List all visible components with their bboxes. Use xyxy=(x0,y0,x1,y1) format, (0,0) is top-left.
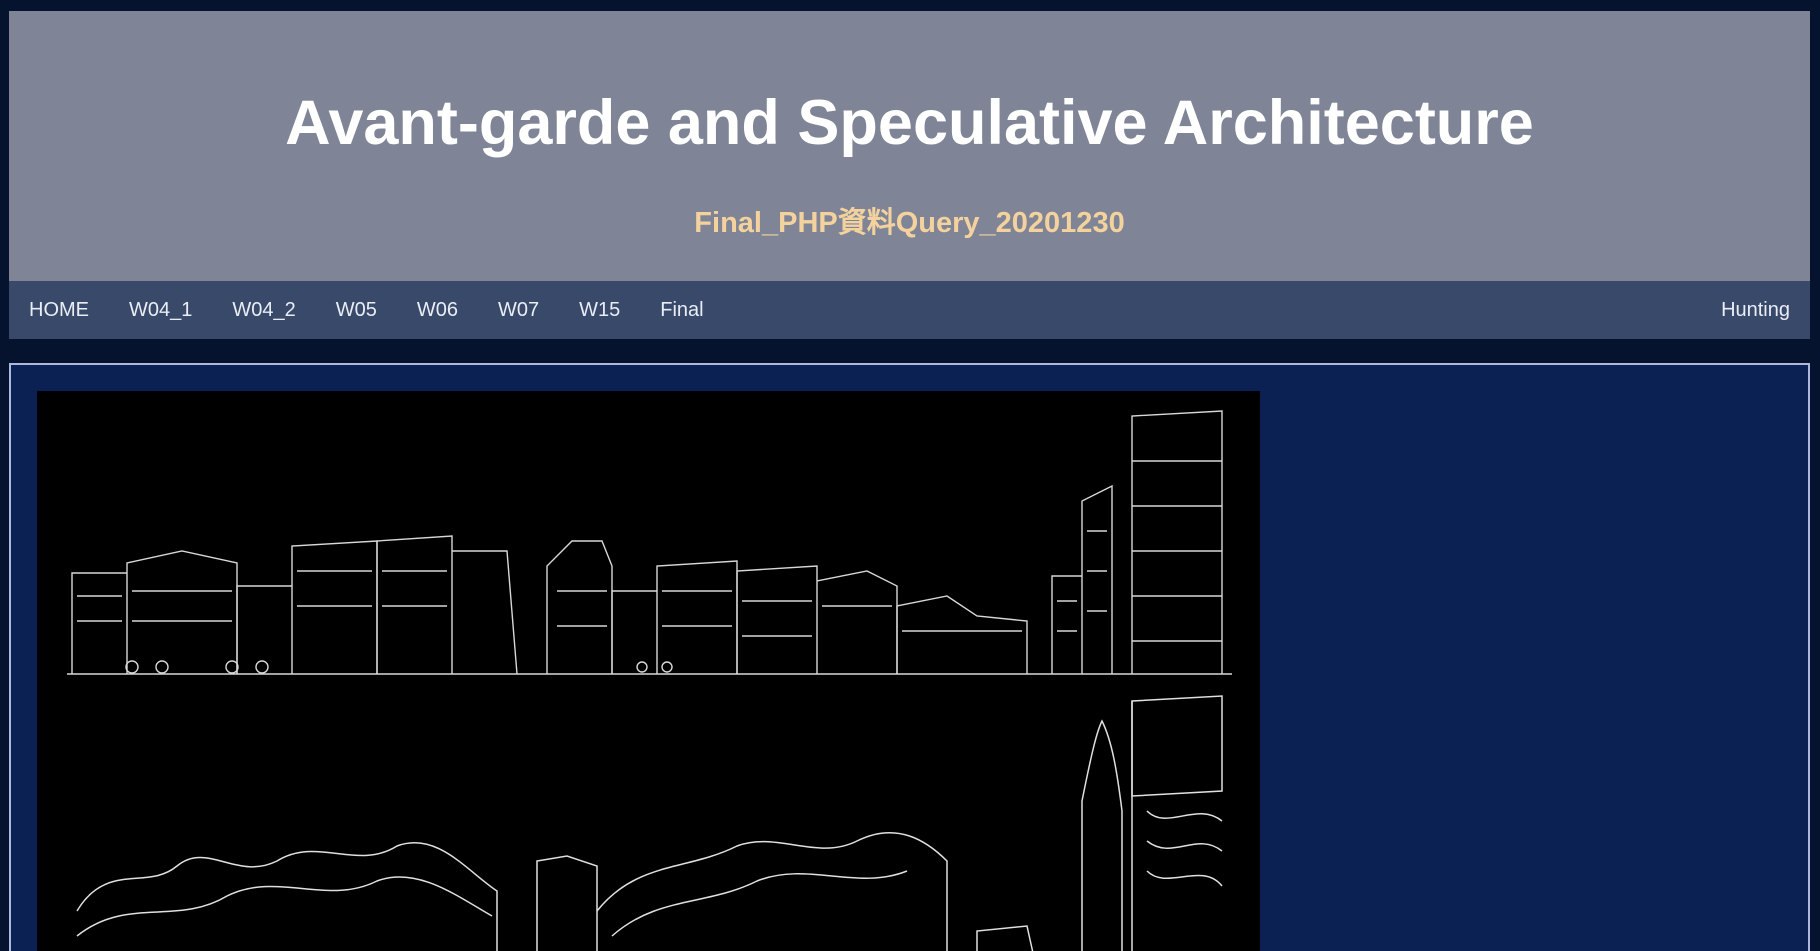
main-navbar: HOME W04_1 W04_2 W05 W06 W07 W15 Final H… xyxy=(9,281,1810,339)
main-content-panel xyxy=(9,363,1810,951)
site-subtitle: Final_PHP資料Query_20201230 xyxy=(694,207,1125,239)
streetscape-sketch-drawing xyxy=(67,410,1232,951)
nav-item-w04-1: W04_1 xyxy=(109,281,212,339)
nav-link-w05[interactable]: W05 xyxy=(316,281,397,339)
nav-item-w04-2: W04_2 xyxy=(212,281,315,339)
upper-streetscape-sketch xyxy=(67,410,1232,675)
nav-item-w07: W07 xyxy=(478,281,559,339)
nav-link-w15[interactable]: W15 xyxy=(559,281,640,339)
nav-link-final[interactable]: Final xyxy=(640,281,723,339)
nav-link-w06[interactable]: W06 xyxy=(397,281,478,339)
nav-link-w04-2[interactable]: W04_2 xyxy=(212,281,315,339)
nav-item-w05: W05 xyxy=(316,281,397,339)
nav-list: HOME W04_1 W04_2 W05 W06 W07 W15 Final xyxy=(9,281,724,339)
streetscape-sketch-image xyxy=(37,391,1260,951)
nav-item-home: HOME xyxy=(9,281,109,339)
nav-item-final: Final xyxy=(640,281,723,339)
site-header: Avant-garde and Speculative Architecture… xyxy=(9,11,1810,281)
nav-link-w04-1[interactable]: W04_1 xyxy=(109,281,212,339)
nav-item-w06: W06 xyxy=(397,281,478,339)
site-title: Avant-garde and Speculative Architecture xyxy=(285,88,1534,158)
nav-link-hunting[interactable]: Hunting xyxy=(1721,281,1790,339)
nav-link-w07[interactable]: W07 xyxy=(478,281,559,339)
nav-link-home[interactable]: HOME xyxy=(9,281,109,339)
nav-item-w15: W15 xyxy=(559,281,640,339)
page: Avant-garde and Speculative Architecture… xyxy=(0,0,1820,951)
lower-speculative-sketch xyxy=(76,695,1223,951)
